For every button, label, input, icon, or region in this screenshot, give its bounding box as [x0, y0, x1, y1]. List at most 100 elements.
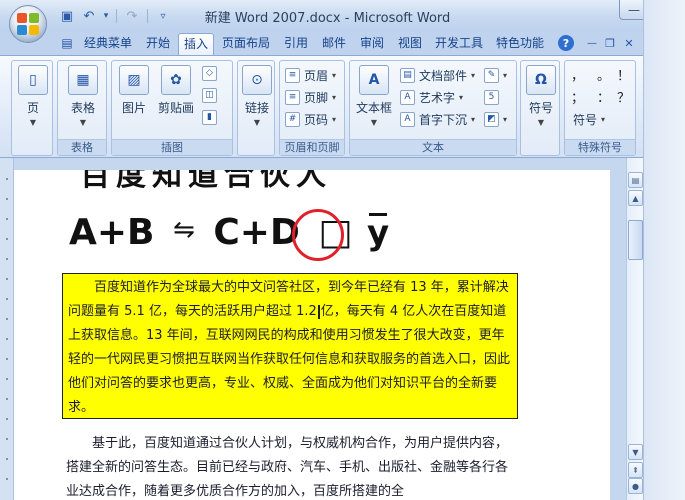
symbol-question[interactable]: ？	[617, 87, 630, 106]
drop-cap-icon: A	[400, 111, 415, 127]
picture-button-label: 图片	[121, 101, 146, 115]
picture-button[interactable]: ▨ 图片	[116, 65, 152, 116]
tab-insert[interactable]: 插入	[178, 33, 214, 55]
chevron-down-icon: ▾	[332, 92, 337, 102]
smartart-icon: ◫	[202, 87, 217, 103]
office-logo-icon	[17, 13, 39, 35]
paragraph-1-part-b: 亿，每天有 4 亿人次在百度知道上获取信息。13 年间，互联网网民的构成和使用习…	[68, 304, 511, 415]
object-button[interactable]: ◩ ▾	[484, 109, 507, 129]
chevron-down-icon: ▾	[471, 114, 476, 124]
office-button[interactable]	[9, 5, 47, 43]
footer-button-label: 页脚	[304, 90, 329, 105]
paragraph-2: 基于此，百度知道通过合伙人计划，与权威机构合作，为用户提供内容，搭建全新的问答生…	[66, 436, 509, 499]
calendar-icon: 5	[484, 89, 499, 105]
shapes-button[interactable]: ◇	[202, 63, 217, 83]
ribbon-minimize-button[interactable]: —	[583, 34, 601, 52]
text-cursor	[317, 304, 320, 319]
clipart-button[interactable]: ✿ 剪贴画	[156, 65, 196, 116]
y-bar-symbol: y	[367, 213, 390, 253]
picture-icon: ▨	[119, 65, 149, 95]
smartart-button[interactable]: ◫	[202, 85, 217, 105]
document-area[interactable]: 百度知道合伙人 A+B ⇋ C+D □ y 百度知道作为全球最大的中文问答社区，…	[0, 158, 626, 500]
signature-line-button[interactable]: ✎ ▾	[484, 65, 507, 85]
pages-button[interactable]: ▯ 页 ▼	[17, 65, 49, 127]
browse-object-button[interactable]: ●	[628, 478, 643, 494]
equation-left: A+B	[69, 212, 155, 253]
footer-button[interactable]: ≡ 页脚 ▾	[285, 87, 336, 107]
scroll-down-button[interactable]: ▼	[628, 444, 643, 460]
drop-cap-label: 首字下沉	[419, 112, 468, 127]
text-group-label: 文本	[350, 139, 516, 155]
title-bar: ▣ ↶ ▾ ↷ ▿ 新建 Word 2007.docx - Microsoft …	[0, 0, 685, 43]
header-button-label: 页眉	[304, 68, 329, 83]
equation-right: C+D	[213, 212, 300, 253]
page-number-button[interactable]: # 页码 ▾	[285, 109, 336, 129]
symbol-semicolon[interactable]: ；	[571, 87, 584, 106]
link-icon: ⊙	[242, 65, 272, 95]
chevron-down-icon: ▾	[332, 114, 337, 124]
scrollbar-thumb[interactable]	[628, 220, 643, 260]
tab-view[interactable]: 视图	[392, 33, 428, 55]
symbol-button-label: 符号	[528, 101, 553, 115]
symbol-comma[interactable]: ，	[571, 65, 584, 84]
drop-cap-button[interactable]: A 首字下沉 ▾	[400, 109, 475, 129]
wordart-icon: A	[400, 89, 415, 105]
tab-references[interactable]: 引用	[278, 33, 314, 55]
textbox-button-label: 文本框	[355, 101, 392, 115]
chevron-down-icon: ▾	[332, 70, 337, 80]
illustrations-group-label: 插图	[112, 139, 232, 155]
tab-home[interactable]: 开始	[140, 33, 176, 55]
chevron-down-icon: ▼	[29, 118, 37, 127]
symbol-exclamation[interactable]: ！	[617, 65, 630, 84]
table-button[interactable]: ▦ 表格 ▼	[62, 65, 104, 127]
vertical-ruler	[0, 158, 14, 500]
more-symbols-label: 符号	[573, 112, 598, 127]
scroll-up-button[interactable]: ▲	[628, 190, 643, 206]
ruler-toggle-icon[interactable]: ▤	[628, 172, 643, 188]
pages-group: ▯ 页 ▼	[11, 60, 53, 156]
chevron-down-icon: ▼	[537, 118, 545, 127]
help-icon[interactable]: ?	[558, 35, 574, 51]
chevron-down-icon: ▾	[503, 114, 508, 124]
document-heading: 百度知道合伙人	[80, 170, 332, 193]
date-time-button[interactable]: 5	[484, 87, 499, 107]
tab-special-features[interactable]: 特色功能	[491, 33, 549, 55]
symbol-colon[interactable]: ：	[597, 87, 610, 106]
textbox-button[interactable]: A 文本框 ▼	[354, 65, 394, 127]
vertical-scrollbar[interactable]: ▤ ▲ ▼ ⇞ ●	[626, 158, 643, 500]
special-symbols-group-label: 特殊符号	[565, 139, 635, 155]
ribbon-tab-row: ▤ 经典菜单 开始 插入 页面布局 引用 邮件 审阅 视图 开发工具 特色功能 …	[0, 31, 685, 55]
chart-button[interactable]: ▮	[202, 107, 217, 127]
header-button[interactable]: ≡ 页眉 ▾	[285, 65, 336, 85]
ribbon-restore-button[interactable]: ❐	[601, 34, 619, 52]
signature-icon: ✎	[484, 67, 499, 83]
tab-mailings[interactable]: 邮件	[316, 33, 352, 55]
more-symbols-button[interactable]: 符号 ▾	[573, 109, 605, 129]
tab-classic-menu[interactable]: 经典菜单	[80, 33, 136, 55]
quick-parts-button[interactable]: ▤ 文档部件 ▾	[400, 65, 475, 85]
classic-menu-icon: ▤	[61, 36, 73, 50]
tab-review[interactable]: 审阅	[354, 33, 390, 55]
tab-developer[interactable]: 开发工具	[430, 33, 488, 55]
chevron-down-icon: ▼	[79, 118, 87, 127]
symbol-button[interactable]: Ω 符号 ▼	[525, 65, 557, 127]
clipart-icon: ✿	[161, 65, 191, 95]
ribbon-close-button[interactable]: ✕	[620, 34, 638, 52]
object-icon: ◩	[484, 111, 499, 127]
symbol-period[interactable]: 。	[597, 65, 610, 84]
tab-page-layout[interactable]: 页面布局	[218, 33, 274, 55]
table-icon: ▦	[68, 65, 98, 95]
previous-page-button[interactable]: ⇞	[628, 462, 643, 478]
footer-icon: ≡	[285, 89, 300, 105]
symbols-group: Ω 符号 ▼	[520, 60, 560, 156]
equation-arrow: ⇋	[173, 215, 195, 245]
highlighted-text-box[interactable]: 百度知道作为全球最大的中文问答社区，到今年已经有 13 年，累计解决问题量有 5…	[62, 273, 518, 419]
chevron-down-icon: ▼	[370, 118, 378, 127]
links-button[interactable]: ⊙ 链接 ▼	[241, 65, 273, 127]
chevron-down-icon: ▾	[503, 70, 508, 80]
header-footer-group-label: 页眉和页脚	[280, 139, 344, 155]
document-page[interactable]: 百度知道合伙人 A+B ⇋ C+D □ y 百度知道作为全球最大的中文问答社区，…	[14, 170, 610, 500]
ribbon: ▯ 页 ▼ ▦ 表格 ▼ 表格 ▨ 图片 ✿ 剪贴画 ◇ ◫ ▮ 插图 ⊙ 链接	[0, 55, 685, 158]
illustrations-group: ▨ 图片 ✿ 剪贴画 ◇ ◫ ▮ 插图	[111, 60, 233, 156]
wordart-button[interactable]: A 艺术字 ▾	[400, 87, 463, 107]
